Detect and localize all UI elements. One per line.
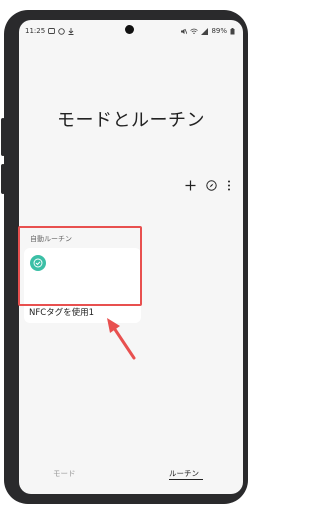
battery-icon	[230, 27, 235, 34]
bottom-tabs: モード ルーチン	[19, 465, 243, 485]
tab-active-indicator	[169, 479, 203, 481]
signal-icon	[201, 27, 209, 35]
annotation-arrow	[107, 318, 136, 360]
tab-routine[interactable]: ルーチン	[169, 468, 199, 479]
page-title: モードとルーチン	[57, 110, 205, 131]
status-time: 11:25	[25, 27, 46, 35]
download-icon	[68, 27, 74, 35]
mute-icon	[181, 28, 188, 34]
message-icon	[48, 27, 56, 34]
toolbar	[185, 180, 231, 191]
highlight-box	[18, 226, 142, 306]
compass-icon[interactable]	[206, 180, 217, 191]
status-bar: 11:25 89%	[19, 20, 243, 42]
front-camera	[125, 25, 134, 34]
wifi-icon	[190, 28, 199, 34]
location-icon	[58, 27, 65, 35]
add-icon[interactable]	[185, 180, 196, 191]
routine-card-label: NFCタグを使用1	[29, 308, 95, 318]
tab-mode[interactable]: モード	[53, 468, 76, 479]
more-vertical-icon[interactable]	[227, 180, 231, 191]
battery-percent: 89%	[211, 27, 227, 35]
